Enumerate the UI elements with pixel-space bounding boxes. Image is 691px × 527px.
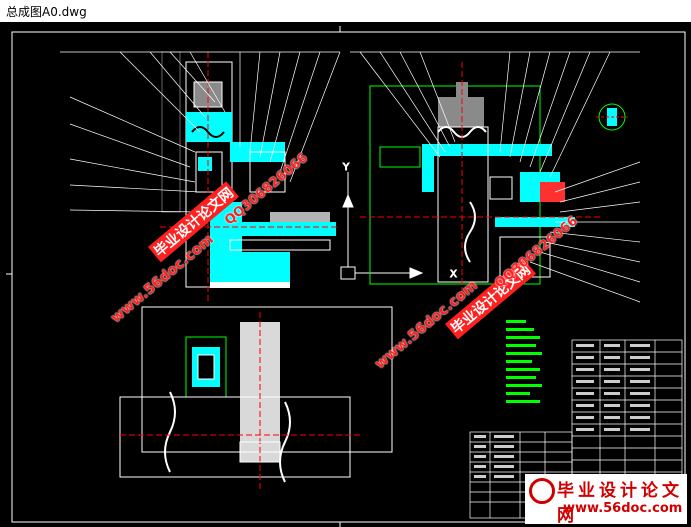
logo-url: www.56doc.com [563,501,683,516]
window-title: 总成图A0.dwg [6,5,87,19]
leader-lines-left [60,51,341,213]
drawing-canvas[interactable]: Y X 毕业设计论文网 www.56doc.com QQ306826066 毕业… [0,22,691,527]
side-view [360,62,600,302]
svg-text:Y: Y [342,162,350,173]
logo-mark-icon [529,478,555,504]
title-bar: 总成图A0.dwg [0,0,691,23]
axis-symbol: Y X [340,162,458,281]
svg-text:X: X [450,269,457,280]
top-view [119,306,393,492]
cad-drawing: Y X [6,26,686,527]
notes-block [506,320,542,403]
detail-view [596,103,628,131]
site-logo: 毕业设计论文网 www.56doc.com [525,474,687,526]
